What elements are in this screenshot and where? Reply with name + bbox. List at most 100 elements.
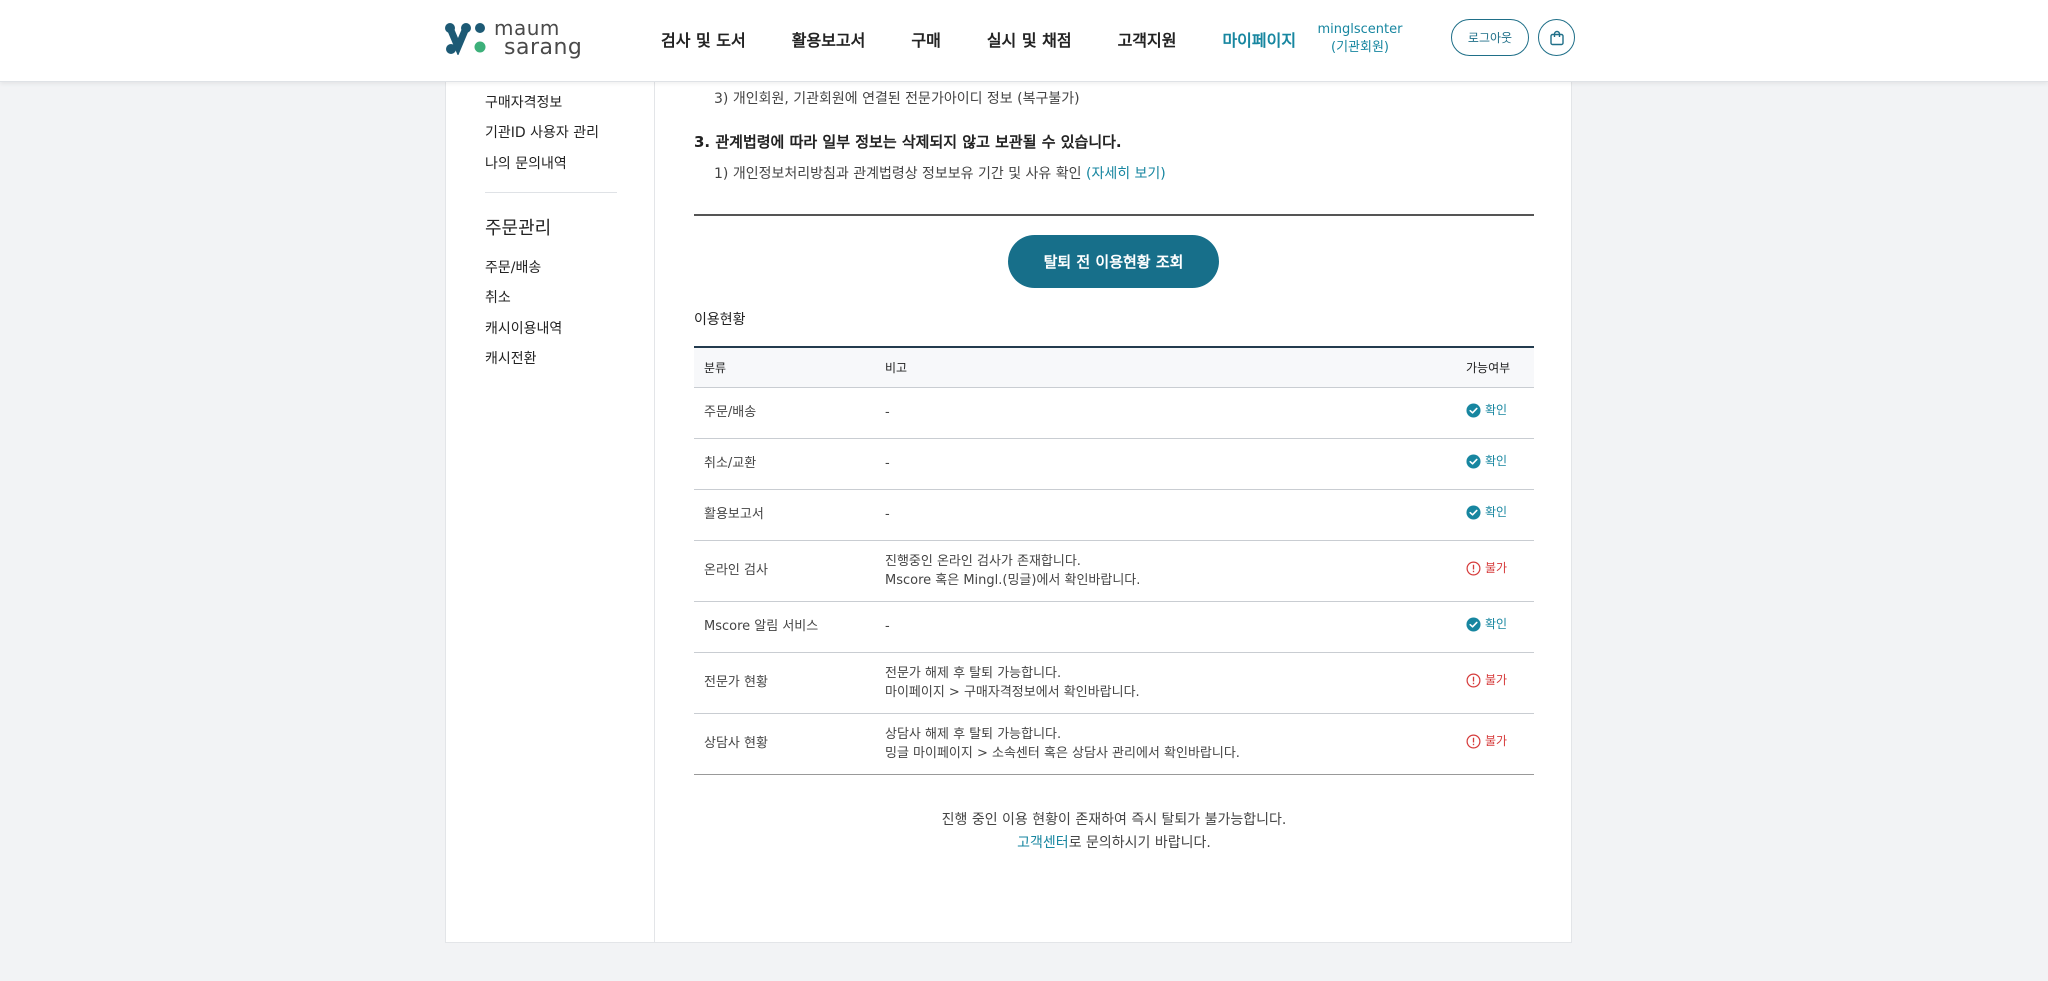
status-unavailable: 불가: [1466, 559, 1507, 578]
status-unavailable: 불가: [1466, 732, 1507, 751]
main-container: 구매자격정보 기관ID 사용자 관리 나의 문의내역 주문관리 주문/배송 취소…: [445, 82, 1572, 943]
sidebar-item-purchase-qualification[interactable]: 구매자격정보: [485, 92, 562, 112]
shopping-bag-icon: [1549, 30, 1564, 45]
table-header-row: 분류 비고 가능여부: [694, 347, 1534, 387]
nav-administration[interactable]: 실시 및 채점: [987, 27, 1072, 51]
table-row: 전문가 현황 전문가 해제 후 탈퇴 가능합니다. 마이페이지 > 구매자격정보에서…: [694, 652, 1534, 713]
sidebar-item-cash-history[interactable]: 캐시이용내역: [485, 318, 562, 338]
check-circle-icon: [1466, 617, 1481, 632]
logout-button[interactable]: 로그아웃: [1451, 19, 1529, 56]
member-type: (기관회원): [1331, 40, 1389, 55]
status-label: 확인: [1485, 505, 1508, 519]
sidebar-item-cash-conversion[interactable]: 캐시전환: [485, 348, 537, 368]
alert-circle-icon: [1466, 561, 1481, 576]
notice-line-2: 고객센터로 문의하시기 바랍니다.: [694, 832, 1534, 855]
usage-table: 분류 비고 가능여부 주문/배송 - 확인 취소/교환 - 확인 활용보고서 - 확인 온라인 검…: [694, 346, 1534, 775]
logo[interactable]: maum sarang: [444, 18, 583, 60]
row-category: Mscore 알림 서비스: [704, 619, 819, 634]
nav-mypage[interactable]: 마이페이지: [1222, 27, 1296, 51]
status-label: 불가: [1485, 673, 1508, 687]
main-nav: 검사 및 도서 활용보고서 구매 실시 및 채점 고객지원 마이페이지: [661, 27, 1342, 51]
row-note-line-1: 전문가 해제 후 탈퇴 가능합니다.: [885, 665, 1062, 681]
customer-center-link[interactable]: 고객센터: [1017, 835, 1069, 851]
row-note-line-1: -: [885, 456, 890, 471]
notice-line-1: 진행 중인 이용 현황이 존재하여 즉시 탈퇴가 불가능합니다.: [941, 812, 1287, 828]
status-label: 불가: [1485, 561, 1508, 575]
details-link[interactable]: (자세히 보기): [1086, 166, 1166, 182]
status-available: 확인: [1466, 503, 1507, 522]
nav-tests-books[interactable]: 검사 및 도서: [661, 27, 746, 51]
nav-purchase[interactable]: 구매: [911, 27, 940, 51]
member-name: minglscenter: [1317, 22, 1403, 37]
sidebar-item-order-delivery[interactable]: 주문/배송: [485, 257, 541, 277]
status-available: 확인: [1466, 401, 1507, 420]
row-note: 전문가 해제 후 탈퇴 가능합니다. 마이페이지 > 구매자격정보에서 확인바랍니…: [885, 652, 1466, 713]
row-note-line-2: 밍글 마이페이지 > 소속센터 혹은 상담사 관리에서 확인바랍니다.: [885, 745, 1240, 761]
row-availability: 확인: [1466, 489, 1534, 540]
row-category: 주문/배송: [704, 405, 757, 420]
sidebar-item-cancel[interactable]: 취소: [485, 287, 511, 307]
row-note: -: [885, 601, 1466, 652]
status-available: 확인: [1466, 452, 1507, 471]
row-category: 취소/교환: [704, 456, 757, 471]
table-row: 온라인 검사 진행중인 온라인 검사가 존재합니다. Mscore 혹은 Mingl…: [694, 540, 1534, 601]
row-availability: 확인: [1466, 601, 1534, 652]
usage-title: 이용현황: [694, 312, 746, 328]
status-label: 확인: [1485, 403, 1508, 417]
row-note: -: [885, 438, 1466, 489]
nav-support[interactable]: 고객지원: [1118, 27, 1177, 51]
status-available: 확인: [1466, 615, 1507, 634]
withdrawal-content: 3) 개인회원, 기관회원에 연결된 전문가아이디 정보 (복구불가) 3. 관…: [694, 82, 1534, 942]
sidebar: 구매자격정보 기관ID 사용자 관리 나의 문의내역 주문관리 주문/배송 취소…: [446, 82, 655, 942]
alert-circle-icon: [1466, 734, 1481, 749]
section-3-item-1-text: 1) 개인정보처리방침과 관계법령상 정보보유 기간 및 사유 확인: [714, 166, 1086, 182]
column-header-availability: 가능여부: [1466, 360, 1511, 375]
notice-line-2-text: 로 문의하시기 바랍니다.: [1068, 835, 1211, 851]
table-row: 주문/배송 - 확인: [694, 387, 1534, 438]
status-label: 확인: [1485, 617, 1508, 631]
row-note-line-1: -: [885, 405, 890, 420]
table-row: 상담사 현황 상담사 해제 후 탈퇴 가능합니다. 밍글 마이페이지 > 소속센터 …: [694, 713, 1534, 774]
table-row: 활용보고서 - 확인: [694, 489, 1534, 540]
sidebar-heading-orders: 주문관리: [485, 218, 552, 239]
row-category: 활용보고서: [704, 507, 764, 522]
row-note-line-1: 상담사 해제 후 탈퇴 가능합니다.: [885, 726, 1062, 742]
member-info[interactable]: minglscenter (기관회원): [1314, 21, 1406, 57]
table-row: Mscore 알림 서비스 - 확인: [694, 601, 1534, 652]
withdrawal-notice: 진행 중인 이용 현황이 존재하여 즉시 탈퇴가 불가능합니다. 고객센터로 문…: [694, 809, 1534, 855]
column-header-category: 분류: [704, 360, 727, 375]
sidebar-divider: [485, 192, 617, 193]
cart-button[interactable]: [1538, 19, 1575, 56]
row-category: 전문가 현황: [704, 675, 768, 690]
nav-reports[interactable]: 활용보고서: [792, 27, 866, 51]
row-note-line-1: -: [885, 507, 890, 522]
check-usage-button[interactable]: 탈퇴 전 이용현황 조회: [1008, 235, 1219, 288]
row-note-line-2: Mscore 혹은 Mingl.(밍글)에서 확인바랍니다.: [885, 572, 1141, 588]
section-divider: [694, 214, 1534, 216]
row-note: 진행중인 온라인 검사가 존재합니다. Mscore 혹은 Mingl.(밍글)에…: [885, 540, 1466, 601]
logo-text-sarang: sarang: [504, 35, 583, 60]
row-note: -: [885, 489, 1466, 540]
row-category: 상담사 현황: [704, 736, 768, 751]
site-header: maum sarang 검사 및 도서 활용보고서 구매 실시 및 채점 고객지…: [0, 0, 2048, 82]
alert-circle-icon: [1466, 673, 1481, 688]
column-header-note: 비고: [885, 360, 908, 375]
status-label: 불가: [1485, 734, 1508, 748]
deletion-item-3: 3) 개인회원, 기관회원에 연결된 전문가아이디 정보 (복구불가): [714, 91, 1080, 107]
row-availability: 불가: [1466, 652, 1534, 713]
row-note-line-1: 진행중인 온라인 검사가 존재합니다.: [885, 553, 1081, 569]
sidebar-item-my-inquiries[interactable]: 나의 문의내역: [485, 153, 567, 173]
row-note-line-2: 마이페이지 > 구매자격정보에서 확인바랍니다.: [885, 684, 1140, 700]
section-3-item-1: 1) 개인정보처리방침과 관계법령상 정보보유 기간 및 사유 확인 (자세히 …: [714, 163, 1166, 183]
sidebar-item-institution-users[interactable]: 기관ID 사용자 관리: [485, 122, 599, 142]
row-availability: 확인: [1466, 387, 1534, 438]
row-category: 온라인 검사: [704, 563, 768, 578]
status-unavailable: 불가: [1466, 671, 1507, 690]
row-availability: 확인: [1466, 438, 1534, 489]
check-circle-icon: [1466, 505, 1481, 520]
row-note-line-1: -: [885, 619, 890, 634]
check-circle-icon: [1466, 403, 1481, 418]
row-note: 상담사 해제 후 탈퇴 가능합니다. 밍글 마이페이지 > 소속센터 혹은 상담사…: [885, 713, 1466, 774]
table-row: 취소/교환 - 확인: [694, 438, 1534, 489]
section-3-title: 3. 관계법령에 따라 일부 정보는 삭제되지 않고 보관될 수 있습니다.: [694, 133, 1122, 151]
